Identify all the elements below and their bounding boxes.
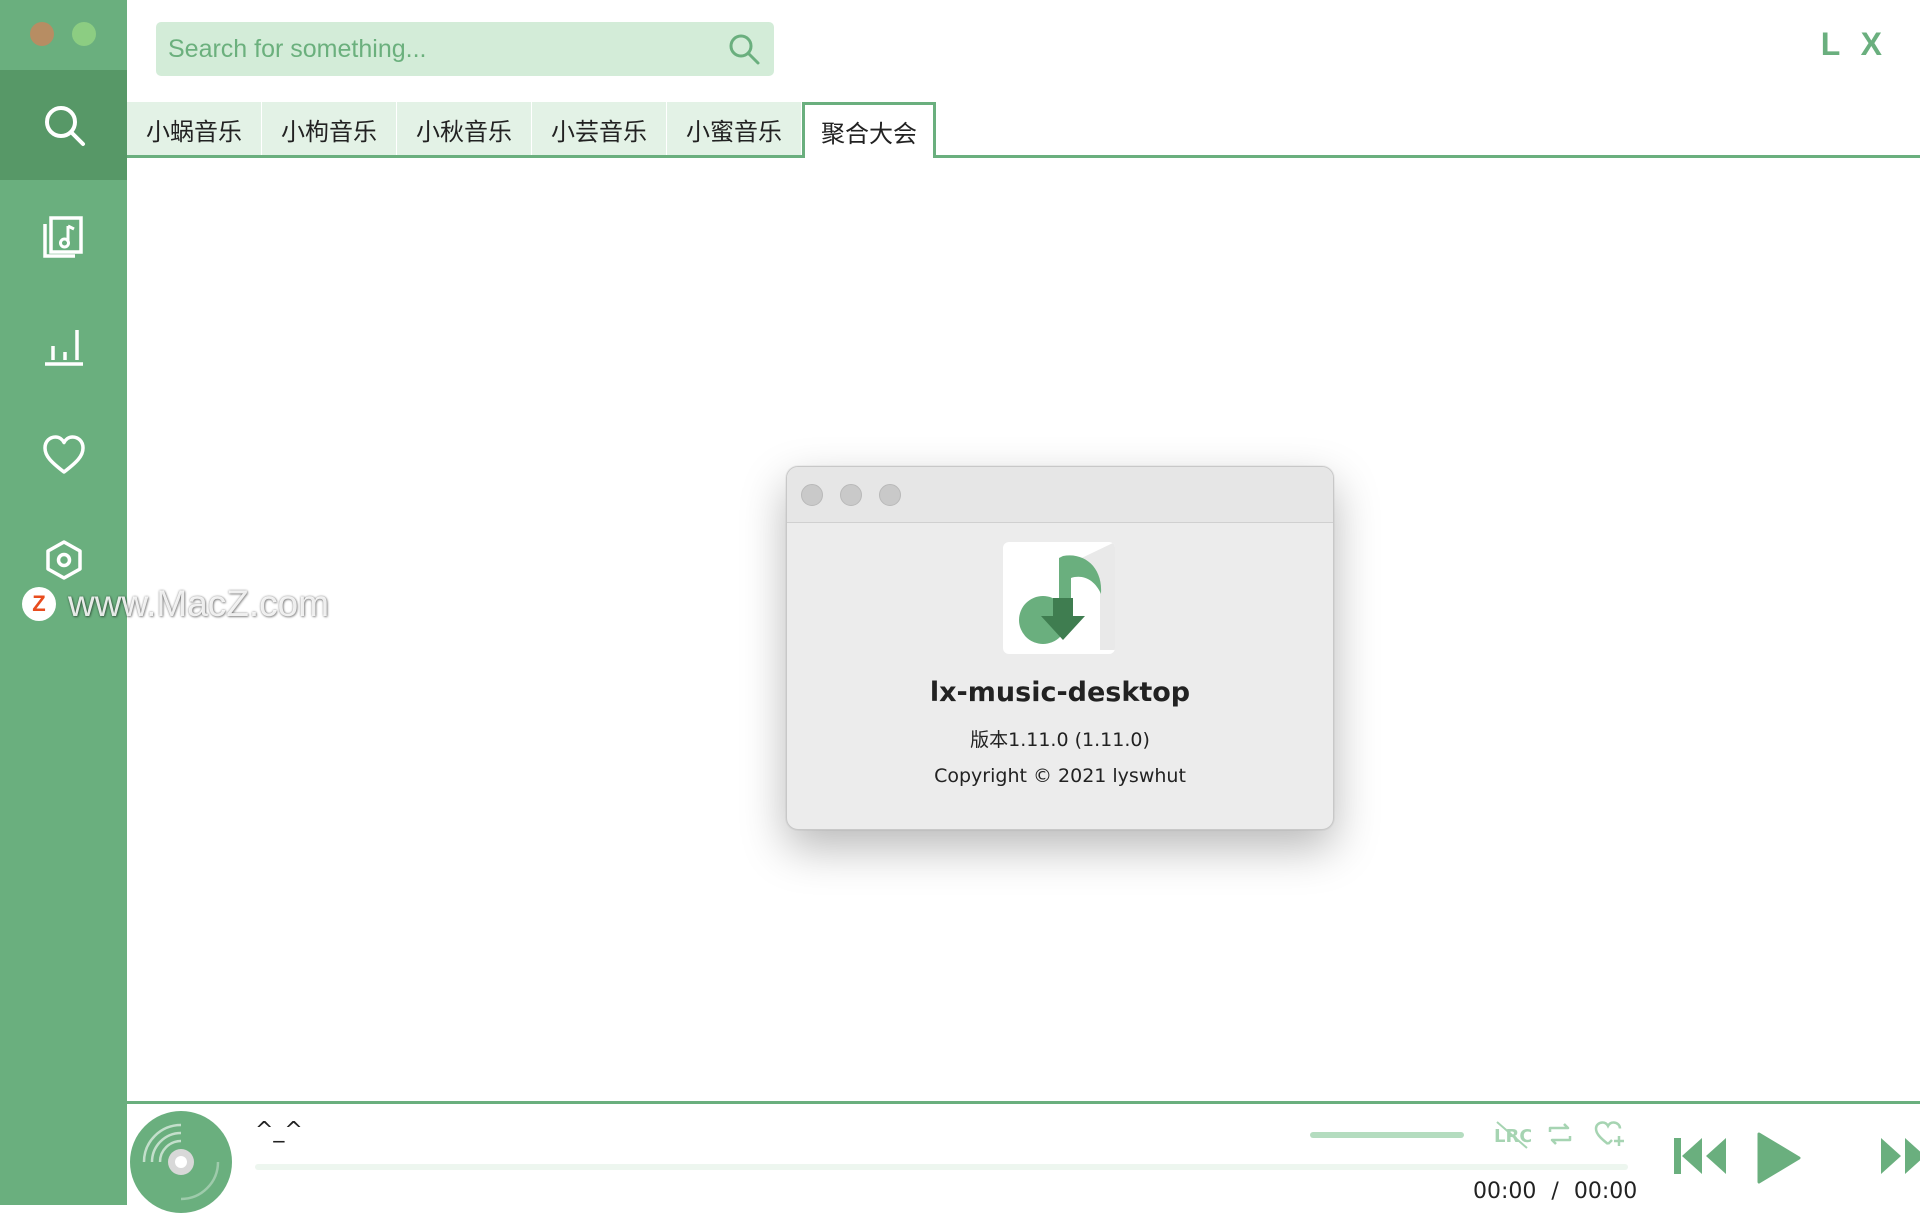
time-total: 00:00: [1573, 1179, 1638, 1204]
sidebar-item-playlist[interactable]: [0, 180, 127, 290]
tab-underline: [127, 155, 1920, 158]
lyrics-icon[interactable]: LRC: [1493, 1118, 1531, 1150]
favorite-add-icon[interactable]: [1594, 1120, 1626, 1148]
dialog-close-button[interactable]: [801, 484, 823, 506]
sidebar-item-search[interactable]: [0, 70, 127, 180]
heart-icon: [42, 435, 85, 474]
watermark: Z www.MacZ.com: [22, 583, 330, 624]
sidebar-item-leaderboard[interactable]: [0, 290, 127, 400]
search-bar: [156, 22, 774, 76]
tab-source-2[interactable]: 小枸音乐: [262, 102, 396, 156]
sidebar-item-favorites[interactable]: [0, 400, 127, 510]
player-bar: ^_^ 00:00 / 00:00 LRC: [127, 1101, 1920, 1213]
dialog-minimize-button[interactable]: [840, 484, 862, 506]
tab-aggregate[interactable]: 聚合大会: [802, 102, 936, 158]
search-icon: [44, 106, 85, 146]
search-icon: [729, 34, 760, 65]
watermark-text: www.MacZ.com: [68, 583, 330, 624]
search-button[interactable]: [726, 31, 762, 67]
tab-source-4[interactable]: 小芸音乐: [532, 102, 666, 156]
tab-source-3[interactable]: 小秋音乐: [397, 102, 531, 156]
progress-bar[interactable]: [255, 1164, 1628, 1170]
window-minimize-button[interactable]: [72, 22, 96, 46]
app-copyright: Copyright © 2021 lyswhut: [934, 765, 1186, 787]
play-icon[interactable]: [1755, 1132, 1801, 1184]
app-brand: L X: [1820, 26, 1888, 62]
app-icon: [1003, 542, 1115, 654]
album-disc-icon[interactable]: [130, 1111, 232, 1213]
about-dialog: lx-music-desktop 版本1.11.0 (1.11.0) Copyr…: [786, 466, 1334, 830]
time-separator: /: [1551, 1179, 1559, 1204]
search-input[interactable]: [166, 33, 726, 65]
volume-slider[interactable]: [1310, 1132, 1464, 1138]
app-name: lx-music-desktop: [929, 677, 1191, 708]
music-playlist-icon: [42, 216, 83, 258]
dialog-titlebar: [787, 467, 1333, 523]
dialog-zoom-button[interactable]: [879, 484, 901, 506]
tab-source-1[interactable]: 小蜗音乐: [127, 102, 261, 156]
song-title: ^_^: [255, 1118, 303, 1143]
time-display: 00:00 / 00:00: [1473, 1179, 1637, 1204]
settings-icon: [45, 540, 82, 580]
time-current: 00:00: [1473, 1179, 1537, 1204]
leaderboard-icon: [44, 330, 83, 366]
window-close-button[interactable]: [30, 22, 54, 46]
app-version: 版本1.11.0 (1.11.0): [970, 729, 1150, 751]
next-icon[interactable]: [1879, 1134, 1920, 1178]
source-tabs: 小蜗音乐 小枸音乐 小秋音乐 小芸音乐 小蜜音乐 聚合大会: [127, 102, 937, 158]
repeat-icon[interactable]: [1546, 1120, 1574, 1148]
tab-source-5[interactable]: 小蜜音乐: [667, 102, 801, 156]
previous-icon[interactable]: [1672, 1134, 1728, 1178]
watermark-logo: Z: [22, 587, 56, 621]
